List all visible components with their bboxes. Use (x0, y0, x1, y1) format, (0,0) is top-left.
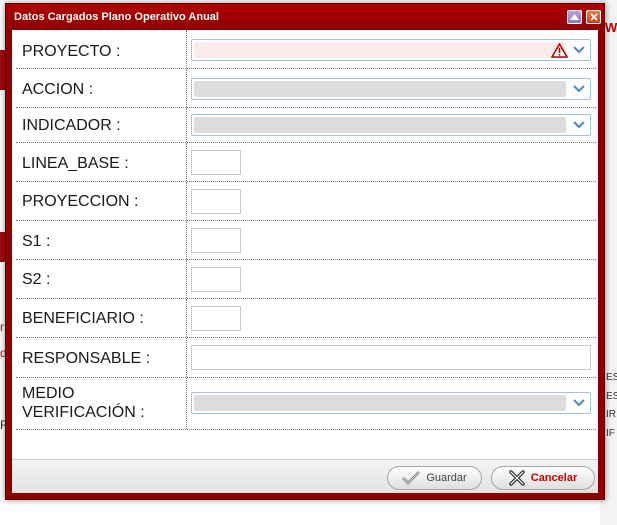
responsable-label: RESPONSABLE : (22, 350, 151, 367)
column-divider (186, 221, 187, 259)
cancel-button[interactable]: Cancelar (491, 466, 595, 490)
background-text-fragment: IF (606, 428, 615, 439)
background-text-fragment: IR (606, 409, 616, 420)
accion-select-value (194, 81, 566, 97)
medio-verificacion-select[interactable] (191, 392, 591, 414)
column-divider (186, 299, 187, 337)
beneficiario-input[interactable] (191, 306, 241, 331)
form-row-proyecto: PROYECTO : (16, 30, 596, 69)
column-divider (186, 378, 187, 429)
minimize-button[interactable] (567, 10, 582, 24)
form-row-s1: S1 : (16, 221, 596, 260)
medio-label-line1: MEDIO (22, 385, 75, 402)
form-row-s2: S2 : (16, 260, 596, 299)
form-row-proyeccion: PROYECCION : (16, 182, 596, 221)
column-divider (186, 338, 187, 377)
form-row-beneficiario: BENEFICIARIO : (16, 299, 596, 338)
column-divider (186, 69, 187, 107)
indicador-select-value (194, 117, 566, 133)
warning-icon (551, 43, 568, 58)
close-button[interactable] (586, 10, 601, 24)
s2-input[interactable] (191, 267, 241, 292)
chevron-down-icon[interactable] (572, 398, 586, 408)
dialog-titlebar[interactable]: Datos Cargados Plano Operativo Anual (6, 4, 604, 30)
proyecto-select-value (194, 42, 566, 58)
beneficiario-label: BENEFICIARIO : (22, 310, 144, 327)
accion-select[interactable] (191, 78, 591, 100)
form-row-linea-base: LINEA_BASE : (16, 143, 596, 182)
dialog-title: Datos Cargados Plano Operativo Anual (14, 11, 219, 23)
accion-label: ACCION : (22, 81, 94, 98)
triangle-up-icon (570, 14, 579, 20)
dialog-window: Datos Cargados Plano Operativo Anual PRO… (5, 3, 605, 500)
chevron-down-icon[interactable] (572, 45, 586, 55)
proyeccion-input[interactable] (191, 189, 241, 214)
dialog-footer: Guardar Cancelar (12, 459, 598, 493)
proyeccion-label: PROYECCION : (22, 193, 139, 210)
s1-input[interactable] (191, 228, 241, 253)
column-divider (186, 30, 187, 68)
x-mark-icon (508, 470, 525, 486)
s2-label: S2 : (22, 271, 51, 288)
background-title-fragment: W (605, 20, 617, 35)
column-divider (186, 182, 187, 220)
form-row-accion: ACCION : (16, 69, 596, 108)
checkmark-icon (402, 471, 421, 485)
chevron-down-icon[interactable] (572, 84, 586, 94)
dialog-form: PROYECTO : ACCION : INDICADOR: LINEA_BA… (12, 30, 598, 459)
chevron-down-icon[interactable] (572, 120, 586, 130)
medio-label-line2: VERIFICACIÓN : (22, 404, 145, 421)
indicador-label: INDICADOR : (22, 117, 121, 134)
close-x-icon (589, 13, 598, 21)
responsable-input[interactable] (191, 345, 591, 370)
background-text-fragment: ES (606, 391, 617, 402)
proyecto-select[interactable] (191, 39, 591, 61)
medio-verificacion-select-value (194, 395, 566, 411)
save-button[interactable]: Guardar (387, 466, 482, 490)
background-text-fragment: ES (606, 372, 617, 383)
save-button-label: Guardar (426, 472, 467, 484)
column-divider (186, 143, 187, 181)
form-row-indicador: INDICADOR : (16, 108, 596, 143)
linea-base-label: LINEA_BASE : (22, 155, 129, 172)
column-divider (186, 108, 187, 142)
cancel-button-label: Cancelar (530, 472, 578, 484)
form-row-medio-verificacion: MEDIO VERIFICACIÓN : (16, 378, 596, 430)
form-row-responsable: RESPONSABLE : (16, 338, 596, 378)
s1-label: S1 : (22, 233, 51, 250)
linea-base-input[interactable] (191, 150, 241, 175)
column-divider (186, 260, 187, 298)
indicador-select[interactable] (191, 114, 591, 136)
proyecto-label: PROYECTO : (22, 43, 121, 60)
background-text-fragment: r (0, 320, 4, 334)
